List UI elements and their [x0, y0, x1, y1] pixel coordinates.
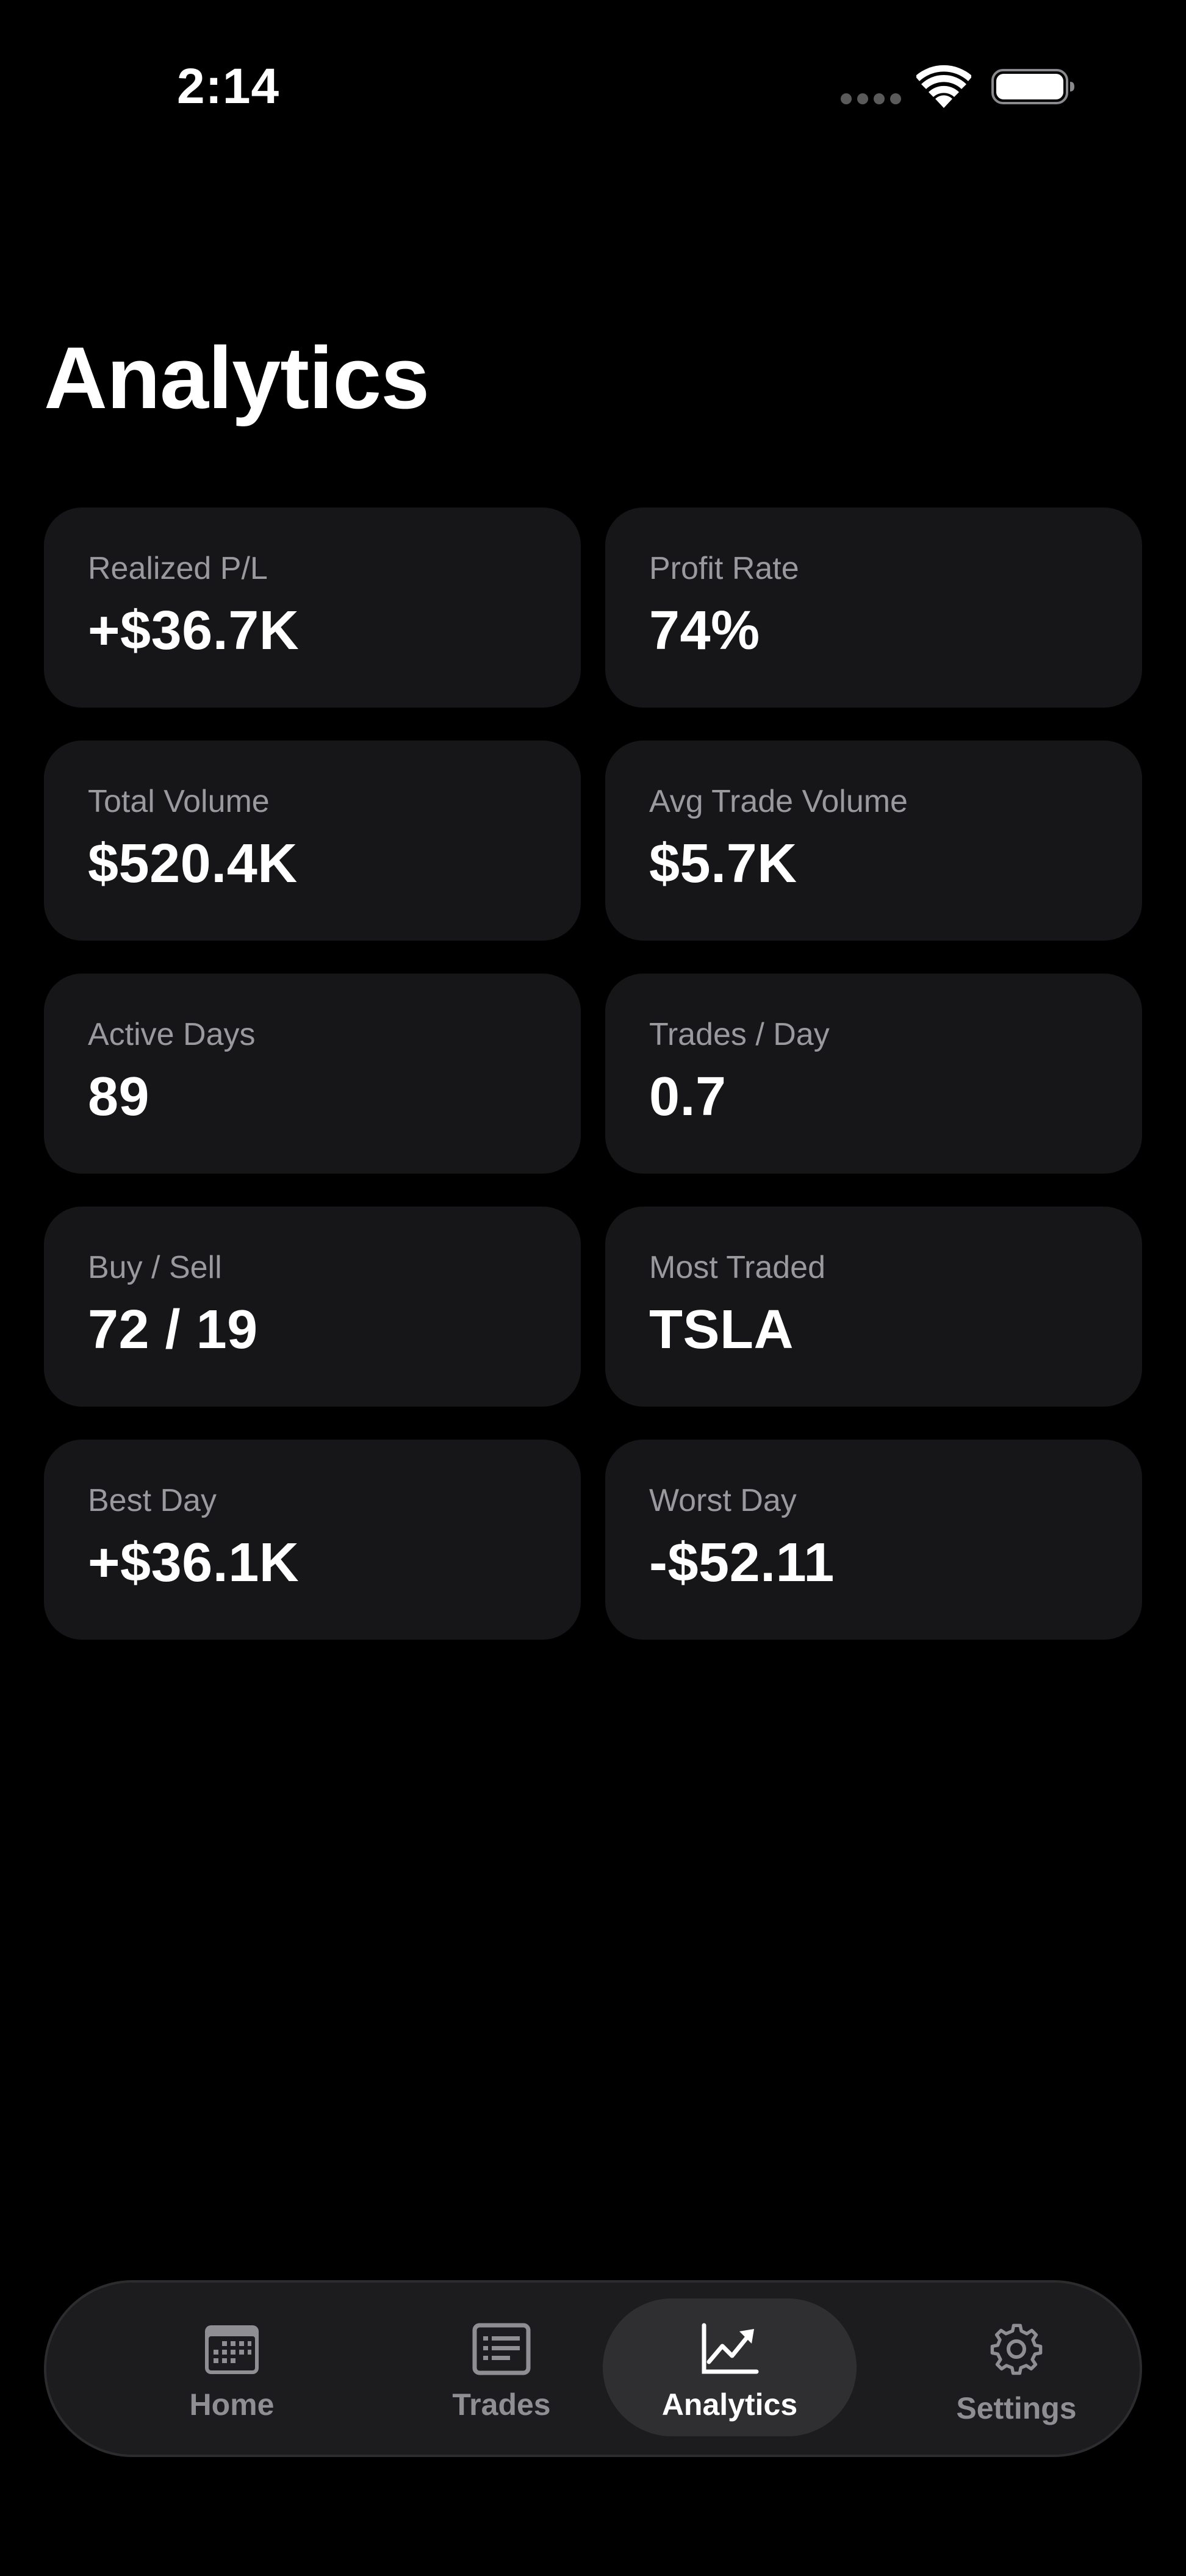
- tab-settings[interactable]: Settings: [890, 2298, 1143, 2436]
- stat-card-active-days: Active Days 89: [44, 974, 581, 1174]
- stat-card-buy-sell: Buy / Sell 72 / 19: [44, 1207, 581, 1407]
- wifi-icon: [916, 65, 971, 108]
- tab-home[interactable]: Home: [105, 2298, 359, 2436]
- stat-card-profit-rate: Profit Rate 74%: [605, 508, 1142, 708]
- tab-label: Trades: [452, 2388, 551, 2422]
- stat-value: TSLA: [649, 1299, 794, 1360]
- signal-dots-icon: [841, 93, 901, 104]
- stat-value: -$52.11: [649, 1532, 835, 1593]
- tab-label: Home: [189, 2388, 275, 2422]
- stat-label: Trades / Day: [649, 1017, 830, 1052]
- stat-card-worst-day: Worst Day -$52.11: [605, 1440, 1142, 1640]
- stat-card-avg-trade-volume: Avg Trade Volume $5.7K: [605, 741, 1142, 941]
- tab-bar: Home Trades Analytics Settings: [44, 2280, 1142, 2457]
- status-time: 2:14: [177, 59, 280, 114]
- stat-value: +$36.7K: [88, 600, 300, 661]
- tab-trades[interactable]: Trades: [375, 2298, 628, 2436]
- stat-label: Best Day: [88, 1483, 217, 1518]
- stat-label: Total Volume: [88, 784, 270, 819]
- tab-label: Settings: [956, 2391, 1077, 2425]
- stat-value: 74%: [649, 600, 760, 661]
- stat-value: 0.7: [649, 1066, 727, 1127]
- stat-label: Avg Trade Volume: [649, 784, 908, 819]
- stat-card-trades-per-day: Trades / Day 0.7: [605, 974, 1142, 1174]
- stat-value: 72 / 19: [88, 1299, 258, 1360]
- stats-grid: Realized P/L +$36.7K Profit Rate 74% Tot…: [44, 508, 1142, 1640]
- list-icon: [472, 2323, 531, 2375]
- chart-icon: [702, 2323, 759, 2374]
- stat-card-total-volume: Total Volume $520.4K: [44, 741, 581, 941]
- stat-card-realized-pl: Realized P/L +$36.7K: [44, 508, 581, 708]
- stat-card-best-day: Best Day +$36.1K: [44, 1440, 581, 1640]
- stat-card-most-traded: Most Traded TSLA: [605, 1207, 1142, 1407]
- status-bar: 2:14: [0, 0, 1186, 177]
- stat-label: Profit Rate: [649, 551, 799, 586]
- stat-value: $520.4K: [88, 833, 298, 894]
- calendar-icon: [205, 2325, 259, 2374]
- stat-label: Buy / Sell: [88, 1250, 222, 1285]
- stat-label: Active Days: [88, 1017, 256, 1052]
- stat-label: Realized P/L: [88, 551, 268, 586]
- page-title: Analytics: [44, 329, 429, 427]
- stat-value: $5.7K: [649, 833, 797, 894]
- stat-value: +$36.1K: [88, 1532, 300, 1593]
- battery-icon: [991, 69, 1074, 104]
- stat-value: 89: [88, 1066, 150, 1127]
- stat-label: Most Traded: [649, 1250, 826, 1285]
- stat-label: Worst Day: [649, 1483, 797, 1518]
- gear-icon: [990, 2323, 1043, 2375]
- tab-label: Analytics: [661, 2388, 798, 2422]
- tab-analytics[interactable]: Analytics: [603, 2298, 857, 2436]
